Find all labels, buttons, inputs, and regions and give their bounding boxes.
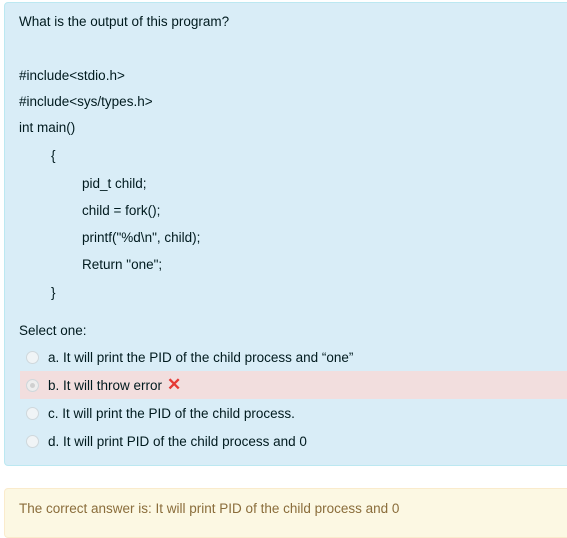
option-b[interactable]: b. It will throw error ✕ [20,371,567,399]
select-prompt: Select one: [19,323,87,338]
question-panel: What is the output of this program? #inc… [4,2,567,466]
code-line: pid_t child; [82,176,147,191]
code-line: child = fork(); [82,203,161,218]
code-line: printf("%d\n", child); [82,230,201,245]
radio-button-selected[interactable] [26,378,39,392]
code-line: int main() [19,120,76,135]
option-label: c. It will print the PID of the child pr… [48,405,295,421]
code-line: #include<stdio.h> [19,68,125,83]
code-line: #include<sys/types.h> [19,94,153,109]
option-c[interactable]: c. It will print the PID of the child pr… [20,399,567,427]
code-line: { [51,148,56,163]
option-label: d. It will print PID of the child proces… [48,433,307,449]
radio-button[interactable] [26,406,39,420]
option-d[interactable]: d. It will print PID of the child proces… [20,427,567,455]
cross-icon: ✕ [167,375,182,394]
radio-button[interactable] [26,434,39,448]
question-title: What is the output of this program? [19,14,230,29]
option-label: a. It will print the PID of the child pr… [48,349,354,365]
correct-answer-text: The correct answer is: It will print PID… [19,501,400,516]
option-label: b. It will throw error [48,377,163,393]
radio-button[interactable] [26,350,39,364]
feedback-panel: The correct answer is: It will print PID… [4,488,567,538]
option-a[interactable]: a. It will print the PID of the child pr… [20,343,567,371]
code-line: } [51,285,56,300]
code-line: Return "one"; [82,257,163,272]
